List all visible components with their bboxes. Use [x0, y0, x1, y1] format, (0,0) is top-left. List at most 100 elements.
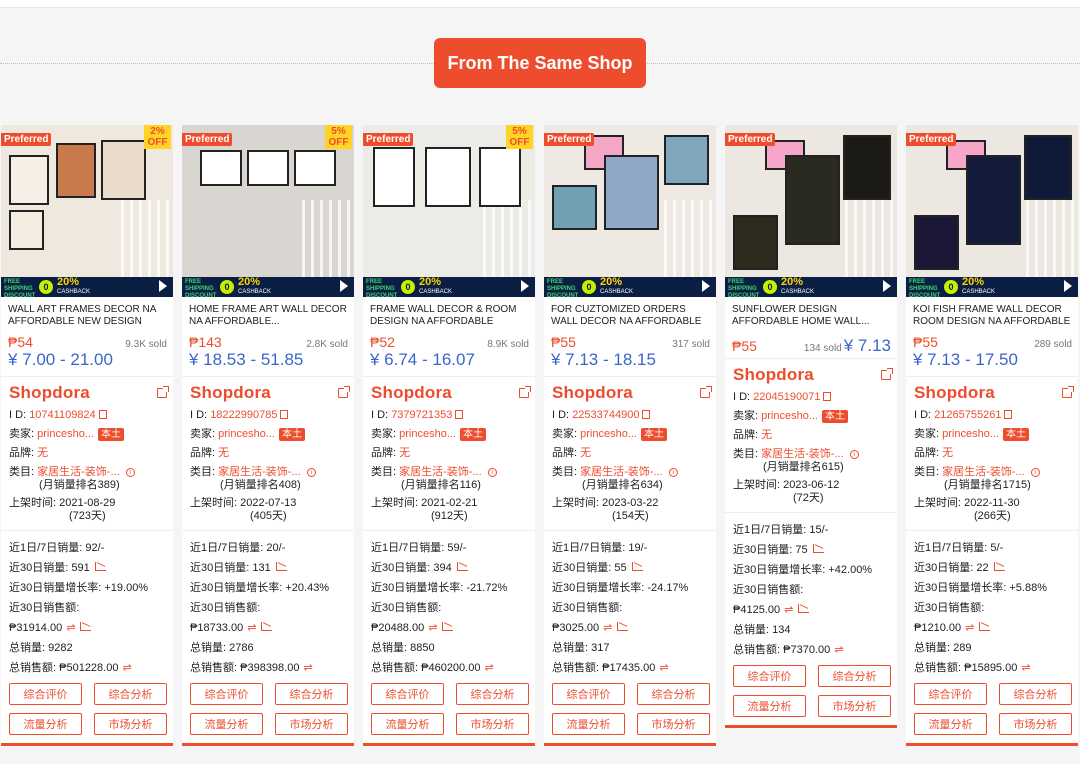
- analysis-button[interactable]: 综合分析: [275, 683, 348, 705]
- category-link[interactable]: 家居生活-装饰-...: [580, 466, 663, 478]
- traffic-analysis-button[interactable]: 流量分析: [552, 713, 625, 735]
- trend-chart-icon[interactable]: [94, 562, 106, 571]
- traffic-analysis-button[interactable]: 流量分析: [9, 713, 82, 735]
- info-icon[interactable]: i: [487, 468, 497, 477]
- review-button[interactable]: 综合评价: [733, 665, 806, 687]
- trend-chart-icon[interactable]: [993, 562, 1005, 571]
- traffic-analysis-button[interactable]: 流量分析: [733, 695, 806, 717]
- product-image[interactable]: Preferred 2% OFF FREE SHIPPING DISCOUNT …: [1, 125, 173, 297]
- market-analysis-button[interactable]: 市场分析: [999, 713, 1072, 735]
- category-link[interactable]: 家居生活-装饰-...: [942, 466, 1025, 478]
- product-card[interactable]: Preferred 5% OFF FREE SHIPPING DISCOUNT …: [182, 125, 354, 746]
- copy-icon[interactable]: [455, 410, 464, 419]
- analysis-button[interactable]: 综合分析: [456, 683, 529, 705]
- currency-swap-icon[interactable]: ⇌: [122, 662, 131, 675]
- product-card[interactable]: Preferred FREE SHIPPING DISCOUNT 0 20% C…: [906, 125, 1078, 746]
- trend-chart-icon[interactable]: [631, 562, 643, 571]
- currency-swap-icon[interactable]: ⇌: [659, 662, 668, 675]
- info-icon[interactable]: i: [1030, 468, 1040, 477]
- analysis-button[interactable]: 综合分析: [94, 683, 167, 705]
- info-icon[interactable]: i: [849, 450, 859, 459]
- market-analysis-button[interactable]: 市场分析: [818, 695, 891, 717]
- product-title[interactable]: FRAME WALL DECOR & ROOM DESIGN NA AFFORD…: [370, 304, 529, 330]
- currency-swap-icon[interactable]: ⇌: [428, 622, 437, 635]
- currency-swap-icon[interactable]: ⇌: [965, 622, 974, 635]
- external-link-icon[interactable]: [1062, 386, 1074, 398]
- copy-icon[interactable]: [1004, 410, 1013, 419]
- external-link-icon[interactable]: [157, 386, 169, 398]
- info-icon[interactable]: i: [125, 468, 135, 477]
- category-link[interactable]: 家居生活-装饰-...: [37, 466, 120, 478]
- analysis-button[interactable]: 综合分析: [999, 683, 1072, 705]
- copy-icon[interactable]: [98, 410, 107, 419]
- currency-swap-icon[interactable]: ⇌: [603, 622, 612, 635]
- product-image[interactable]: Preferred 5% OFF FREE SHIPPING DISCOUNT …: [182, 125, 354, 297]
- external-link-icon[interactable]: [519, 386, 531, 398]
- category-link[interactable]: 家居生活-装饰-...: [399, 466, 482, 478]
- product-card[interactable]: Preferred FREE SHIPPING DISCOUNT 0 20% C…: [725, 125, 897, 728]
- copy-icon[interactable]: [280, 410, 289, 419]
- traffic-analysis-button[interactable]: 流量分析: [371, 713, 444, 735]
- trend-chart-icon[interactable]: [979, 622, 991, 631]
- product-card[interactable]: Preferred 5% OFF FREE SHIPPING DISCOUNT …: [363, 125, 535, 746]
- currency-swap-icon[interactable]: ⇌: [784, 604, 793, 617]
- review-button[interactable]: 综合评价: [9, 683, 82, 705]
- product-image[interactable]: Preferred 5% OFF FREE SHIPPING DISCOUNT …: [363, 125, 535, 297]
- seller-link[interactable]: princesho...: [218, 428, 275, 440]
- external-link-icon[interactable]: [881, 368, 893, 380]
- traffic-analysis-button[interactable]: 流量分析: [914, 713, 987, 735]
- market-analysis-button[interactable]: 市场分析: [275, 713, 348, 735]
- trend-chart-icon[interactable]: [275, 562, 287, 571]
- product-title[interactable]: HOME FRAME ART WALL DECOR NA AFFORDABLE.…: [189, 304, 348, 330]
- currency-swap-icon[interactable]: ⇌: [484, 662, 493, 675]
- seller-link[interactable]: princesho...: [37, 428, 94, 440]
- copy-icon[interactable]: [642, 410, 651, 419]
- trend-chart-icon[interactable]: [80, 622, 92, 631]
- trend-chart-icon[interactable]: [812, 544, 824, 553]
- copy-icon[interactable]: [823, 392, 832, 401]
- seller-link[interactable]: princesho...: [942, 428, 999, 440]
- trend-chart-icon[interactable]: [456, 562, 468, 571]
- trend-chart-icon[interactable]: [442, 622, 454, 631]
- external-link-icon[interactable]: [338, 386, 350, 398]
- currency-swap-icon[interactable]: ⇌: [247, 622, 256, 635]
- info-icon[interactable]: i: [306, 468, 316, 477]
- product-image[interactable]: Preferred FREE SHIPPING DISCOUNT 0 20% C…: [544, 125, 716, 297]
- seller-link[interactable]: princesho...: [580, 428, 637, 440]
- info-icon[interactable]: i: [668, 468, 678, 477]
- review-button[interactable]: 综合评价: [190, 683, 263, 705]
- wall-frame: [247, 150, 289, 186]
- currency-swap-icon[interactable]: ⇌: [66, 622, 75, 635]
- review-button[interactable]: 综合评价: [371, 683, 444, 705]
- trend-chart-icon[interactable]: [617, 622, 629, 631]
- from-same-shop-button[interactable]: From The Same Shop: [434, 38, 646, 88]
- market-analysis-button[interactable]: 市场分析: [637, 713, 710, 735]
- product-card[interactable]: Preferred FREE SHIPPING DISCOUNT 0 20% C…: [544, 125, 716, 746]
- analysis-button[interactable]: 综合分析: [818, 665, 891, 687]
- product-title[interactable]: WALL ART FRAMES DECOR NA AFFORDABLE NEW …: [8, 304, 167, 330]
- traffic-analysis-button[interactable]: 流量分析: [190, 713, 263, 735]
- currency-swap-icon[interactable]: ⇌: [1021, 662, 1030, 675]
- listed-days: (72天): [793, 492, 824, 504]
- trend-chart-icon[interactable]: [261, 622, 273, 631]
- market-analysis-button[interactable]: 市场分析: [94, 713, 167, 735]
- review-button[interactable]: 综合评价: [552, 683, 625, 705]
- product-image[interactable]: Preferred FREE SHIPPING DISCOUNT 0 20% C…: [725, 125, 897, 297]
- product-image[interactable]: Preferred FREE SHIPPING DISCOUNT 0 20% C…: [906, 125, 1078, 297]
- category-link[interactable]: 家居生活-装饰-...: [218, 466, 301, 478]
- product-title[interactable]: FOR CUZTOMIZED ORDERS WALL DECOR NA AFFO…: [551, 304, 710, 330]
- trend-chart-icon[interactable]: [798, 604, 810, 613]
- monthly-rank: (月销量排名389): [39, 479, 120, 491]
- product-title[interactable]: KOI FISH FRAME WALL DECOR ROOM DESIGN NA…: [913, 304, 1072, 330]
- product-card[interactable]: Preferred 2% OFF FREE SHIPPING DISCOUNT …: [1, 125, 173, 746]
- analysis-button[interactable]: 综合分析: [637, 683, 710, 705]
- product-title[interactable]: SUNFLOWER DESIGN AFFORDABLE HOME WALL...: [732, 304, 891, 330]
- market-analysis-button[interactable]: 市场分析: [456, 713, 529, 735]
- seller-link[interactable]: princesho...: [761, 410, 818, 422]
- seller-link[interactable]: princesho...: [399, 428, 456, 440]
- category-link[interactable]: 家居生活-装饰-...: [761, 448, 844, 460]
- currency-swap-icon[interactable]: ⇌: [303, 662, 312, 675]
- currency-swap-icon[interactable]: ⇌: [834, 644, 843, 657]
- review-button[interactable]: 综合评价: [914, 683, 987, 705]
- external-link-icon[interactable]: [700, 386, 712, 398]
